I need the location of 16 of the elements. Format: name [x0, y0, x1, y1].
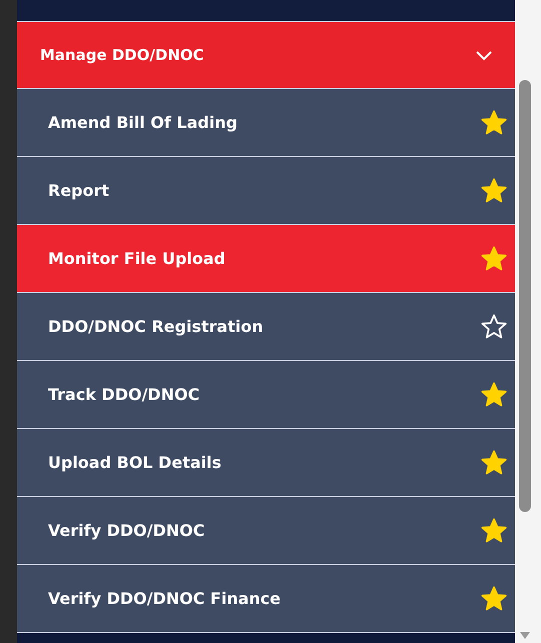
- menu-item[interactable]: Upload BOL Details: [17, 429, 515, 497]
- filled-star-icon[interactable]: [480, 584, 508, 612]
- menu-item[interactable]: Amend Bill Of Lading: [17, 89, 515, 157]
- filled-star-icon[interactable]: [480, 108, 508, 136]
- menu-item[interactable]: Monitor File Upload: [17, 225, 515, 293]
- filled-star-icon[interactable]: [480, 176, 508, 204]
- filled-star-icon[interactable]: [480, 448, 508, 476]
- filled-star-icon[interactable]: [480, 244, 508, 272]
- menu-item[interactable]: DDO/DNOC Registration: [17, 293, 515, 361]
- filled-star-icon[interactable]: [480, 516, 508, 544]
- filled-star-icon[interactable]: [480, 380, 508, 408]
- menu-section-header[interactable]: Manage DDO/DNOC: [17, 22, 515, 89]
- menu-item[interactable]: Verify DDO/DNOC: [17, 497, 515, 565]
- chevron-down-icon: [475, 49, 493, 61]
- menu-item[interactable]: Track DDO/DNOC: [17, 361, 515, 429]
- outline-star-icon[interactable]: [480, 312, 508, 340]
